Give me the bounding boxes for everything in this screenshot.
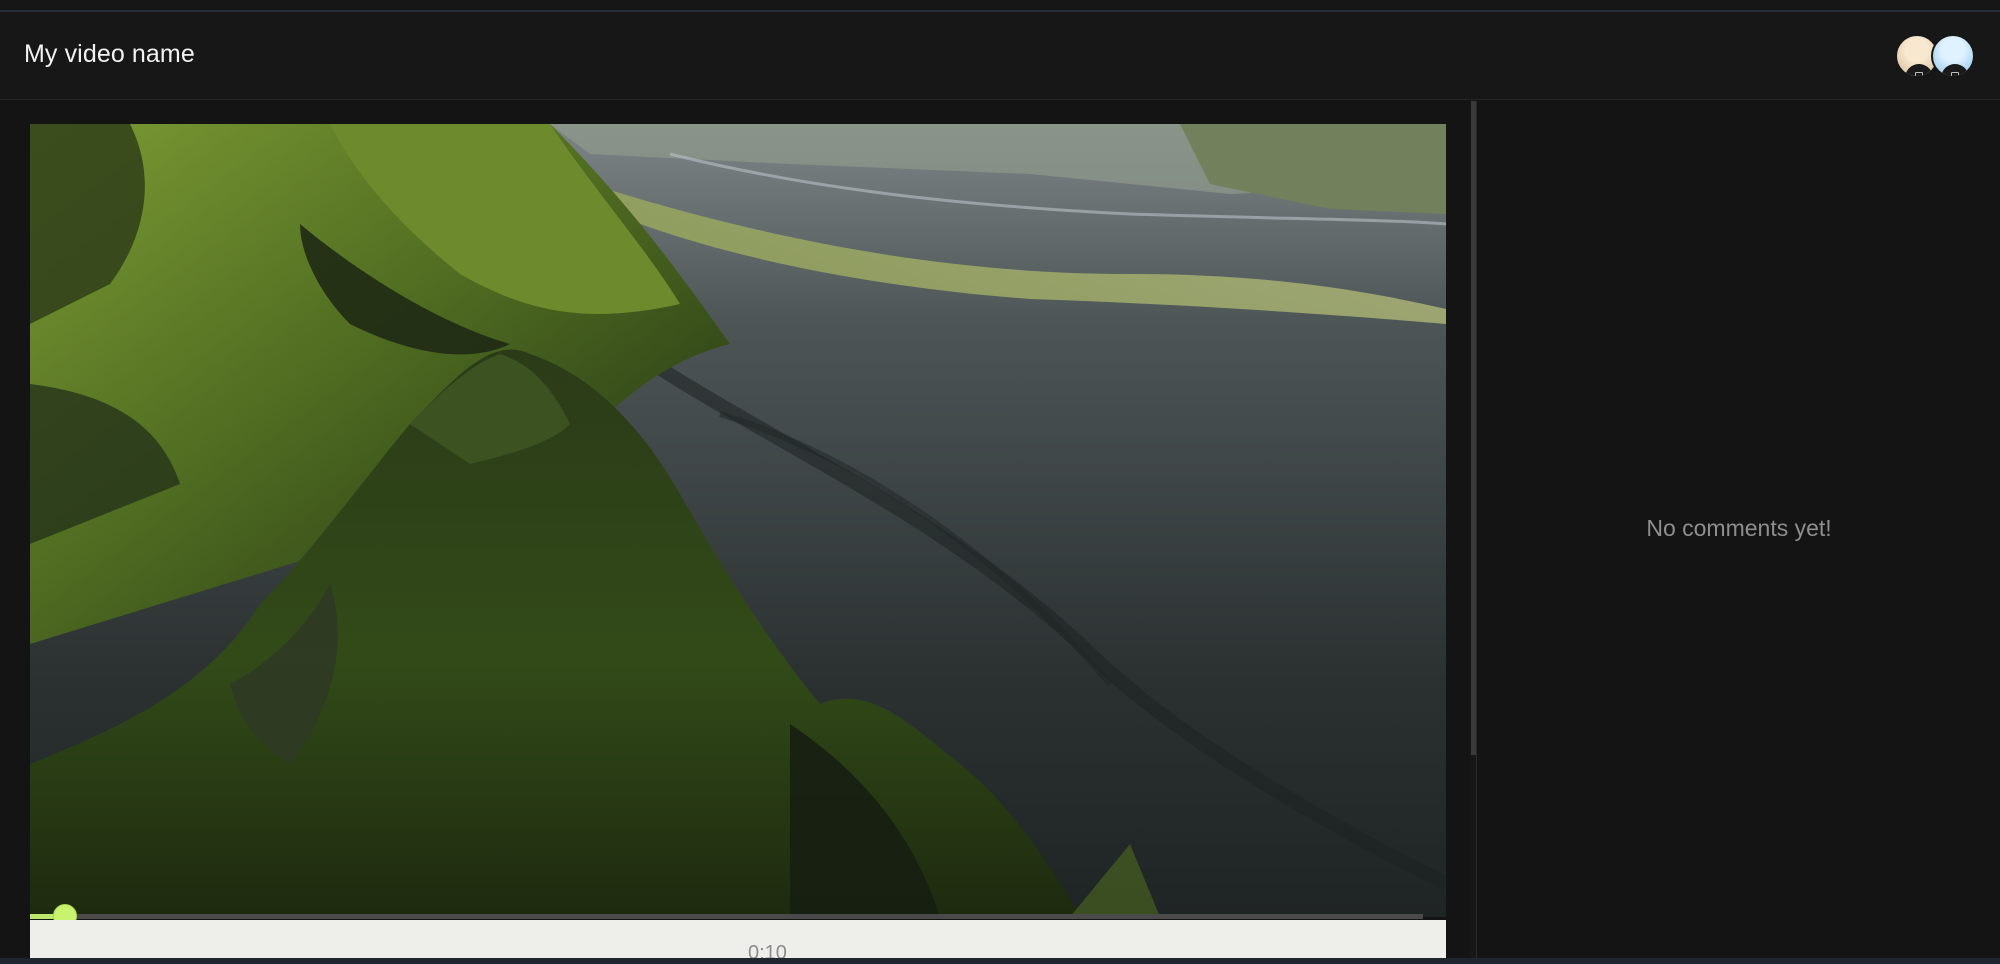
app-header: My video name (0, 12, 2000, 100)
collaborator-avatars (1895, 34, 1975, 78)
playback-progress-bar[interactable] (30, 904, 1423, 928)
window-top-edge (0, 0, 2000, 12)
avatar-status-icon (1951, 72, 1959, 76)
comments-panel: No comments yet! (1476, 101, 2000, 958)
video-frame-image (30, 124, 1446, 917)
video-panel: 0:10 (0, 101, 1476, 958)
player-controls: 0:10 (30, 920, 1446, 958)
video-player[interactable] (30, 124, 1446, 917)
video-title: My video name (24, 40, 195, 68)
avatar-status-icon (1915, 72, 1923, 76)
current-time: 0:10 (748, 942, 787, 958)
empty-comments-message: No comments yet! (1646, 515, 1832, 541)
avatar[interactable] (1931, 34, 1975, 78)
window-bottom-edge (0, 958, 2000, 964)
